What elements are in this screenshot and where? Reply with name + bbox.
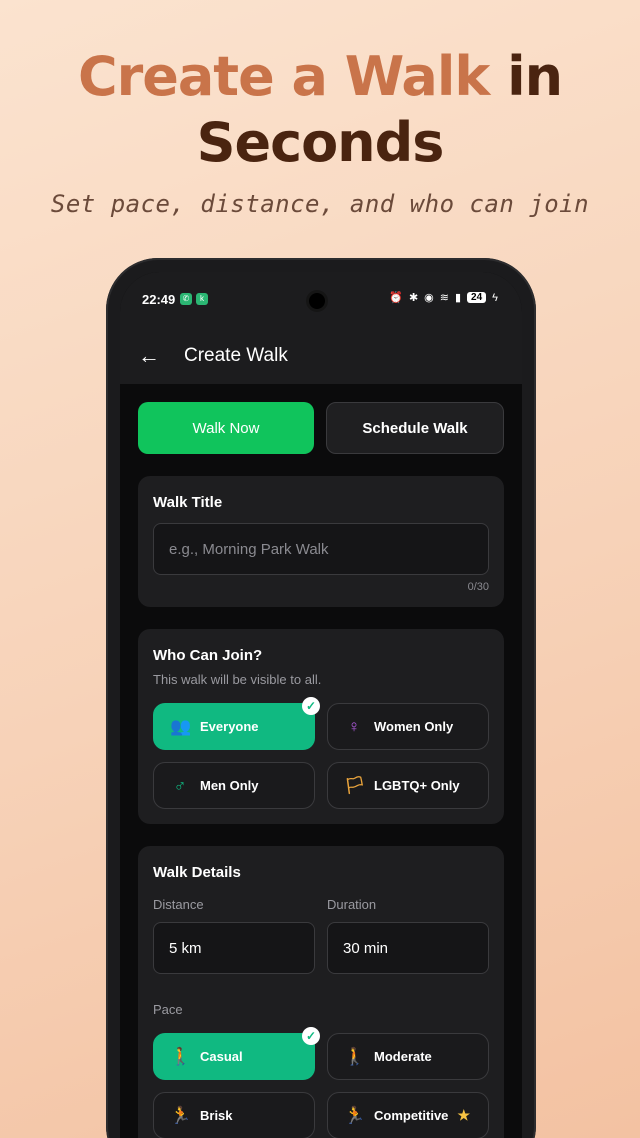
hero-title-dark-line2: Seconds [196, 111, 445, 174]
who-can-join-card: Who Can Join? This walk will be visible … [138, 629, 504, 824]
phone-frame: 22:49 ✆ k ⏰ ✱ ◉ ≋ ▮ 24 ϟ ← Create Walk W… [106, 258, 536, 1138]
people-icon: 👥 [170, 716, 192, 736]
location-icon: ◉ [424, 292, 434, 304]
distance-input[interactable]: 5 km [153, 922, 315, 974]
page-title: Create Walk [184, 345, 288, 366]
pace-options: 🚶 Casual ✓ 🚶 Moderate 🏃 Brisk 🏃 Competit… [153, 1027, 489, 1138]
option-label: Men Only [200, 778, 259, 793]
hero: Create a Walk in Seconds Set pace, dista… [0, 44, 640, 218]
who-can-join-subtitle: This walk will be visible to all. [153, 672, 322, 687]
hero-title: Create a Walk in Seconds [0, 44, 640, 176]
phone-screen: 22:49 ✆ k ⏰ ✱ ◉ ≋ ▮ 24 ϟ ← Create Walk W… [120, 272, 522, 1138]
check-icon: ✓ [302, 1027, 320, 1045]
pace-moderate[interactable]: 🚶 Moderate [327, 1033, 489, 1080]
hero-subtitle: Set pace, distance, and who can join [50, 190, 590, 218]
hero-title-highlight: Create a Walk [77, 45, 490, 108]
audience-options: 👥 Everyone ✓ ♀ Women Only ♂ Men Only 🏳 L… [153, 697, 489, 809]
rainbow-flag-icon: 🏳 [344, 775, 366, 795]
status-time: 22:49 [142, 292, 176, 307]
distance-duration-fields: Distance 5 km Duration 30 min [153, 897, 489, 974]
walk-details-title: Walk Details [153, 864, 241, 881]
walk-title-input[interactable]: e.g., Morning Park Walk [153, 523, 489, 575]
status-icons: ⏰ ✱ ◉ ≋ ▮ 24 ϟ [389, 291, 498, 305]
whatsapp-icon: ✆ [180, 293, 192, 305]
back-arrow-icon[interactable]: ← [138, 343, 184, 369]
pace-casual[interactable]: 🚶 Casual ✓ [153, 1027, 320, 1080]
duration-field-group: Duration 30 min [327, 897, 489, 974]
option-label: Women Only [374, 719, 454, 734]
walking-icon: 🚶 [344, 1046, 366, 1066]
option-women-only[interactable]: ♀ Women Only [327, 703, 489, 750]
male-icon: ♂ [173, 775, 187, 795]
schedule-walk-button[interactable]: Schedule Walk [326, 402, 504, 454]
running-icon: 🏃 [344, 1105, 366, 1125]
mode-toggle: Walk Now Schedule Walk [138, 402, 504, 454]
app-bar: ← Create Walk [120, 328, 522, 384]
camera-cutout [309, 293, 325, 309]
alarm-icon: ⏰ [389, 292, 403, 304]
charging-icon: ϟ [492, 291, 498, 304]
walk-now-button[interactable]: Walk Now [138, 402, 314, 454]
distance-field-group: Distance 5 km [153, 897, 315, 974]
running-icon: 🏃 [170, 1105, 192, 1125]
distance-label: Distance [153, 897, 204, 912]
female-icon: ♀ [347, 716, 361, 736]
status-bar: 22:49 ✆ k ⏰ ✱ ◉ ≋ ▮ 24 ϟ [120, 272, 522, 328]
option-men-only[interactable]: ♂ Men Only [153, 762, 315, 809]
app-notification-icon: k [196, 293, 208, 305]
option-everyone[interactable]: 👥 Everyone ✓ [153, 697, 320, 750]
battery-icon: 24 [467, 292, 487, 303]
option-label: Competitive [374, 1108, 449, 1123]
check-icon: ✓ [302, 697, 320, 715]
option-label: LGBTQ+ Only [374, 778, 460, 793]
star-icon: ★ [457, 1107, 470, 1123]
walk-title-label: Walk Title [153, 494, 223, 511]
create-walk-form: Walk Now Schedule Walk Walk Title e.g., … [120, 384, 522, 1138]
pace-label: Pace [153, 1002, 183, 1017]
duration-input[interactable]: 30 min [327, 922, 489, 974]
walking-icon: 🚶 [170, 1046, 192, 1066]
pace-brisk[interactable]: 🏃 Brisk [153, 1092, 315, 1138]
walk-details-card: Walk Details Distance 5 km Duration 30 m… [138, 846, 504, 1138]
bluetooth-icon: ✱ [408, 292, 419, 304]
option-label: Moderate [374, 1049, 432, 1064]
who-can-join-title: Who Can Join? [153, 647, 263, 664]
option-lgbtq-only[interactable]: 🏳 LGBTQ+ Only [327, 762, 489, 809]
walk-title-card: Walk Title e.g., Morning Park Walk 0/30 [138, 476, 504, 607]
char-counter: 0/30 [467, 581, 489, 593]
option-label: Casual [200, 1049, 243, 1064]
signal-icon: ▮ [454, 292, 462, 304]
hero-title-dark: in [507, 45, 563, 108]
option-label: Everyone [200, 719, 259, 734]
duration-label: Duration [327, 897, 377, 912]
pace-competitive[interactable]: 🏃 Competitive ★ [327, 1092, 489, 1138]
option-label: Brisk [200, 1108, 233, 1123]
wifi-icon: ≋ [439, 292, 449, 304]
